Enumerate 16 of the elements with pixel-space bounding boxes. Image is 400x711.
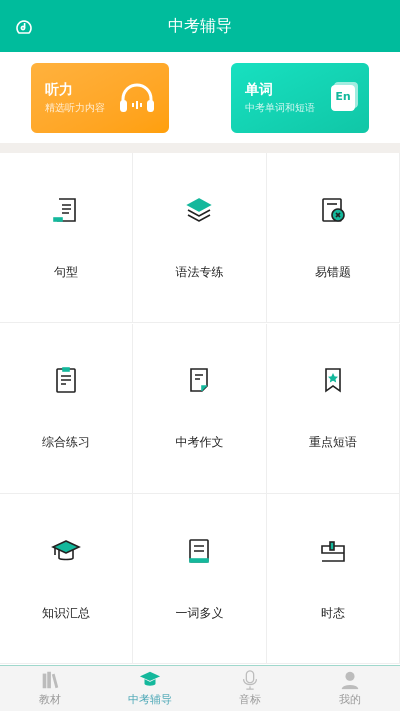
grid-item[interactable]: 中考作文 [133,324,267,494]
grid-item[interactable]: 知识汇总 [0,494,134,664]
card-subtitle: 中考单词和短语 [245,102,315,116]
grid-item[interactable]: 时态 [266,494,400,664]
book-badge: En [331,84,355,110]
page-title: 中考辅导 [168,15,232,37]
grid-item[interactable]: 易错题 [266,153,400,323]
grid-item[interactable]: 综合练习 [0,324,134,494]
card-title: 单词 [245,80,274,100]
grid-item[interactable]: 一词多义 [133,494,267,664]
grid-item[interactable]: 重点短语 [266,324,400,494]
grid-item[interactable]: 语法专练 [133,153,267,323]
card-title: 听力 [45,80,74,100]
card-subtitle: 精选听力内容 [45,102,105,116]
grid-item[interactable]: 句型 [0,153,134,323]
headphones-icon [119,82,155,114]
